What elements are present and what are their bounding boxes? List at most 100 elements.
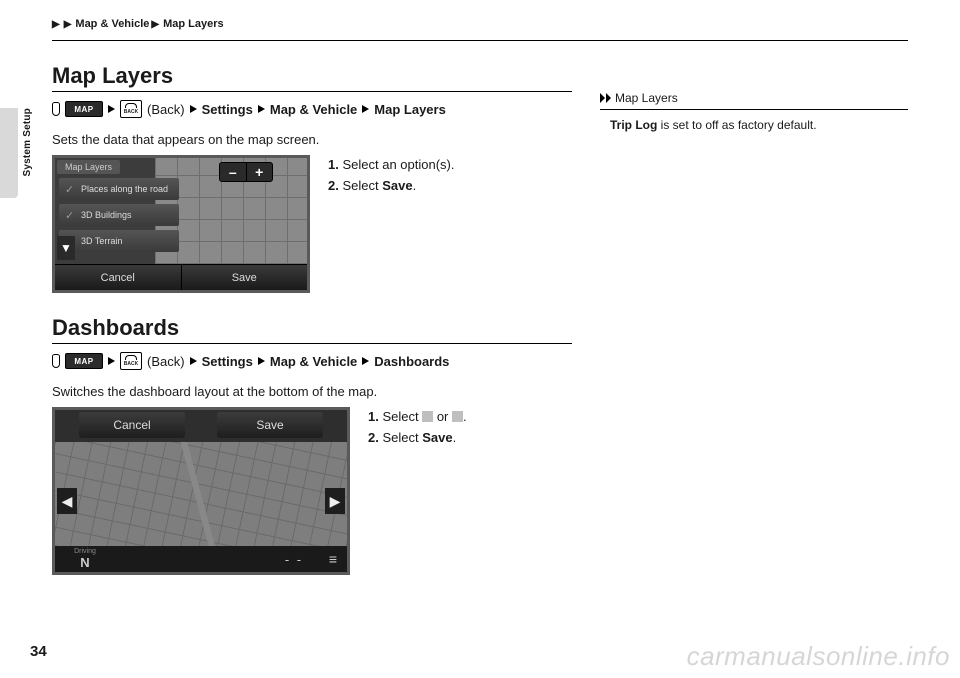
description: Switches the dashboard layout at the bot… — [52, 384, 572, 399]
sidebar-heading: Map Layers — [600, 91, 908, 105]
chevron-icon — [108, 357, 115, 365]
nav-item: Map & Vehicle — [270, 102, 357, 117]
step-bold: Save — [382, 178, 412, 193]
nav-text: (Back) — [147, 354, 185, 369]
watermark: carmanualsonline.info — [687, 641, 950, 672]
nav-item: Settings — [202, 102, 253, 117]
top-buttons: Cancel Save — [79, 412, 323, 438]
divider — [52, 343, 572, 344]
section-title-dashboards: Dashboards — [52, 315, 572, 341]
side-label: System Setup — [22, 108, 33, 177]
page-number: 34 — [30, 643, 47, 660]
sidebar-column: Map Layers Trip Log is set to off as fac… — [600, 63, 908, 597]
side-tab — [0, 108, 18, 198]
nav-item: Settings — [202, 354, 253, 369]
sidebar-note: Map Layers Trip Log is set to off as fac… — [600, 91, 908, 132]
screenshot-tab: Map Layers — [57, 160, 120, 174]
description: Sets the data that appears on the map sc… — [52, 132, 572, 147]
zoom-in-icon: + — [247, 163, 273, 181]
nav-item: Map & Vehicle — [270, 354, 357, 369]
voice-icon — [52, 102, 60, 116]
dashboard-bar: Driving N - - ≡ — [55, 546, 347, 572]
sidebar-body: Trip Log is set to off as factory defaul… — [600, 118, 908, 132]
map-area — [55, 442, 347, 546]
breadcrumb: ▶ ▶ Map & Vehicle ▶ Map Layers — [52, 18, 908, 30]
step-text: Select — [382, 409, 422, 424]
chevron-icon: ▶ — [64, 19, 72, 30]
list-item: 3D Buildings — [59, 204, 179, 226]
sidebar-bold: Trip Log — [610, 118, 657, 132]
step-text: . — [463, 409, 467, 424]
step-text: . — [413, 178, 417, 193]
divider — [52, 91, 572, 92]
step-text: or — [433, 409, 452, 424]
map-button-icon: MAP — [65, 101, 103, 117]
note-icon — [600, 93, 605, 103]
voice-icon — [52, 354, 60, 368]
chevron-icon — [190, 357, 197, 365]
footer-buttons: Cancel Save — [55, 264, 307, 290]
driving-indicator: Driving N — [55, 548, 115, 570]
save-button: Save — [182, 264, 308, 290]
chevron-icon: ▶ — [52, 19, 60, 30]
content: Map Layers MAP BACK (Back) Settings Map … — [52, 63, 908, 597]
step: 1. Select or . — [368, 407, 467, 428]
breadcrumb-item: Map & Vehicle — [75, 18, 149, 30]
back-button-icon: BACK — [120, 352, 142, 370]
divider — [600, 109, 908, 110]
arrow-right-icon: ▶ — [325, 488, 345, 514]
back-button-icon: BACK — [120, 100, 142, 118]
main-column: Map Layers MAP BACK (Back) Settings Map … — [52, 63, 572, 597]
figure-row: Cancel Save ◀ ▶ Driving N - - ≡ — [52, 407, 572, 575]
nav-path: MAP BACK (Back) Settings Map & Vehicle D… — [52, 352, 572, 370]
screenshot-map-layers: Map Layers – + Places along the road 3D … — [52, 155, 310, 293]
divider — [52, 40, 908, 41]
chevron-icon — [108, 105, 115, 113]
steps: 1. Select an option(s). 2. Select Save. — [328, 155, 454, 293]
chevron-icon — [362, 357, 369, 365]
driving-value: N — [80, 555, 89, 570]
scroll-down-icon: ▼ — [57, 236, 75, 260]
note-icon — [606, 93, 611, 103]
chevron-icon — [258, 357, 265, 365]
list-item: Places along the road — [59, 178, 179, 200]
step-number: 1. — [328, 157, 339, 172]
right-dash-icon — [452, 411, 463, 422]
cancel-button: Cancel — [79, 412, 185, 438]
page: ▶ ▶ Map & Vehicle ▶ Map Layers System Se… — [0, 0, 960, 678]
zoom-out-icon: – — [220, 163, 247, 181]
sidebar-text: is set to off as factory default. — [657, 118, 816, 132]
zoom-control: – + — [219, 162, 273, 182]
screenshot-dashboards: Cancel Save ◀ ▶ Driving N - - ≡ — [52, 407, 350, 575]
breadcrumb-item: Map Layers — [163, 18, 224, 30]
sidebar-title: Map Layers — [615, 91, 678, 105]
step-text: . — [453, 430, 457, 445]
step-number: 2. — [328, 178, 339, 193]
chevron-icon — [362, 105, 369, 113]
map-button-icon: MAP — [65, 353, 103, 369]
menu-icon: ≡ — [319, 551, 347, 567]
step-text: Select an option(s). — [342, 157, 454, 172]
nav-item: Dashboards — [374, 354, 449, 369]
list-item: 3D Terrain — [59, 230, 179, 252]
arrow-left-icon: ◀ — [57, 488, 77, 514]
step: 2. Select Save. — [328, 176, 454, 197]
left-dash-icon — [422, 411, 433, 422]
cancel-button: Cancel — [55, 264, 182, 290]
chevron-icon — [190, 105, 197, 113]
step-number: 2. — [368, 430, 379, 445]
step-text: Select — [342, 178, 382, 193]
step-number: 1. — [368, 409, 379, 424]
section-title-map-layers: Map Layers — [52, 63, 572, 89]
step: 2. Select Save. — [368, 428, 467, 449]
step: 1. Select an option(s). — [328, 155, 454, 176]
dash-value: - - — [269, 552, 319, 567]
step-bold: Save — [422, 430, 452, 445]
nav-item: Map Layers — [374, 102, 446, 117]
chevron-icon — [258, 105, 265, 113]
nav-text: (Back) — [147, 102, 185, 117]
figure-row: Map Layers – + Places along the road 3D … — [52, 155, 572, 293]
chevron-icon: ▶ — [151, 19, 159, 30]
step-text: Select — [382, 430, 422, 445]
save-button: Save — [217, 412, 323, 438]
